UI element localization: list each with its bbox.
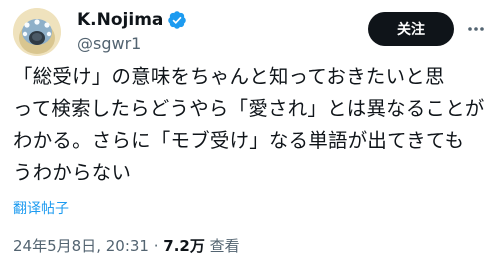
avatar-image <box>13 8 61 56</box>
user-name-text: K.Nojima <box>77 10 164 30</box>
tweet-text: 「総受け」の意味をちゃんと知っておきたいと思 って検索したらどうやら「愛され」と… <box>13 61 489 189</box>
tweet-text-line: うわからない <box>13 161 132 184</box>
tweet-text-line: わかる。さらに「モブ受け」なる単語が出てきても <box>13 129 465 152</box>
view-count: 7.2万 <box>163 237 205 255</box>
meta-dot: · <box>148 237 164 255</box>
verified-badge-icon <box>167 10 187 30</box>
user-handle[interactable]: @sgwr1 <box>77 34 141 53</box>
views-label: 查看 <box>204 237 240 255</box>
more-options-icon[interactable] <box>465 18 487 40</box>
tweet-meta: 24年5月8日, 20:31 · 7.2万 查看 <box>13 235 240 256</box>
translate-post-link[interactable]: 翻译帖子 <box>13 198 69 218</box>
tweet-time[interactable]: 20:31 <box>106 237 149 255</box>
tweet-text-line: って検索したらどうやら「愛され」とは異なることが <box>13 97 485 120</box>
date-time-separator: , <box>96 237 106 255</box>
avatar[interactable] <box>13 8 61 56</box>
tweet-date[interactable]: 24年5月8日 <box>13 237 96 255</box>
follow-button[interactable]: 关注 <box>368 12 454 46</box>
user-name[interactable]: K.Nojima <box>77 10 187 30</box>
tweet-text-line: 「総受け」の意味をちゃんと知っておきたいと思 <box>13 65 445 88</box>
